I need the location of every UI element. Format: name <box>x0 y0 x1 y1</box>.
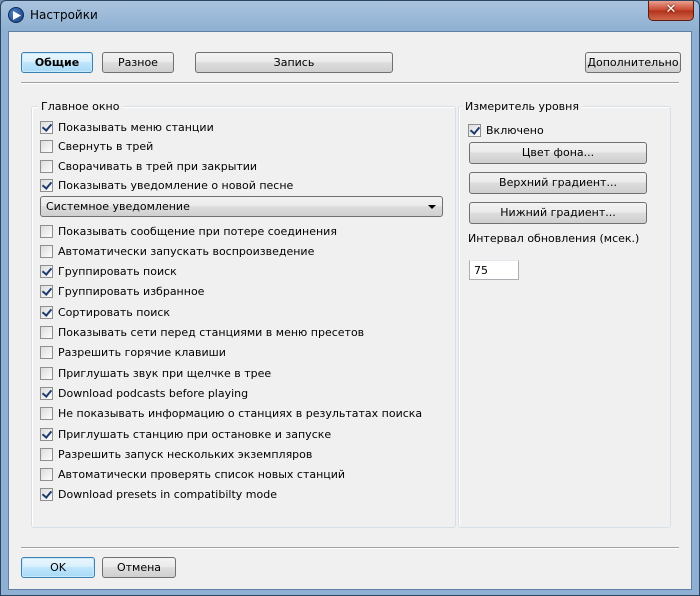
checkbox-label: Приглушать звук при щелчке в трее <box>58 366 272 380</box>
interval-label: Интервал обновления (мсек.) <box>468 232 640 245</box>
ok-button[interactable]: OK <box>21 557 95 578</box>
main-window-group-label: Главное окно <box>38 100 123 113</box>
checkbox-label: Автоматически проверять список новых ста… <box>58 468 346 482</box>
option-checkbox-row[interactable]: Приглушать звук при щелчке в трее <box>40 365 271 381</box>
checkbox-box[interactable] <box>40 468 53 482</box>
checkbox-label: Свернуть в трей <box>58 140 154 153</box>
checkbox-label: Сворачивать в трей при закрытии <box>58 159 258 173</box>
chevron-down-icon <box>428 205 436 209</box>
checkbox-box[interactable] <box>40 346 53 360</box>
window-title: Настройки <box>30 8 98 22</box>
option-checkbox-row[interactable]: Показывать сети перед станциями в меню п… <box>40 325 364 341</box>
close-icon: ✕ <box>665 2 677 17</box>
option-checkbox-row[interactable]: Группировать поиск <box>40 264 177 280</box>
bg-color-button[interactable]: Цвет фона... <box>469 142 647 164</box>
checkbox-box[interactable] <box>40 427 53 441</box>
checkbox-label: Сортировать поиск <box>58 305 171 319</box>
close-button[interactable]: ✕ <box>648 1 694 21</box>
checkbox-box[interactable] <box>40 265 53 279</box>
checkbox-label: Download presets in compatibilty mode <box>58 488 277 502</box>
option-checkbox-row[interactable]: Download presets in compatibilty mode <box>40 487 277 503</box>
checkbox-box[interactable] <box>468 123 481 137</box>
checkbox-label: Приглушать станцию при остановке и запус… <box>58 427 332 441</box>
checkbox-label: Не показывать информацию о станциях в ре… <box>58 407 423 421</box>
settings-window: Настройки ✕ Общие Разное Запись Дополнит… <box>0 0 700 596</box>
checkbox-label: Показывать сети перед станциями в меню п… <box>58 326 365 339</box>
checkbox-box[interactable] <box>40 179 53 192</box>
checkbox-label: Показывать сообщение при потере соединен… <box>58 224 337 238</box>
checkbox-box[interactable] <box>40 407 53 421</box>
top-divider <box>21 82 679 84</box>
option-checkbox-row[interactable]: Разрешить запуск нескольких экземпляров <box>40 446 312 462</box>
checkbox-label: Автоматически запускать воспроизведение <box>58 244 315 258</box>
checkbox-label: Группировать поиск <box>58 265 177 279</box>
checkbox-label: Разрешить запуск нескольких экземпляров <box>58 447 313 461</box>
notification-type-value: Системное уведомление <box>46 200 190 213</box>
tab-misc-button[interactable]: Разное <box>102 52 174 73</box>
checkbox-box[interactable] <box>40 120 53 134</box>
checkbox-box[interactable] <box>40 305 53 319</box>
option-checkbox-row[interactable]: Приглушать станцию при остановке и запус… <box>40 426 331 442</box>
bottom-divider <box>21 547 679 549</box>
tab-general-button[interactable]: Общие <box>21 52 93 73</box>
option-checkbox-row[interactable]: Свернуть в трей <box>40 139 153 155</box>
checkbox-box[interactable] <box>40 140 53 153</box>
checkbox-label: Группировать избранное <box>58 285 205 299</box>
option-checkbox-row[interactable]: Не показывать информацию о станциях в ре… <box>40 406 422 422</box>
option-checkbox-row[interactable]: Автоматически проверять список новых ста… <box>40 467 345 483</box>
checkbox-label: Разрешить горячие клавиши <box>58 346 226 360</box>
interval-input[interactable] <box>469 260 519 280</box>
checkbox-label: Download podcasts before playing <box>58 386 249 400</box>
checkbox-box[interactable] <box>40 366 53 380</box>
cancel-button[interactable]: Отмена <box>102 557 176 578</box>
notification-type-select[interactable]: Системное уведомление <box>40 196 443 217</box>
option-checkbox-row[interactable]: Показывать сообщение при потере соединен… <box>40 223 337 239</box>
option-checkbox-row[interactable]: Показывать уведомление о новой песне <box>40 178 293 194</box>
checkbox-box[interactable] <box>40 386 53 400</box>
option-checkbox-row[interactable]: Сворачивать в трей при закрытии <box>40 158 257 174</box>
level-meter-group <box>458 106 671 528</box>
checkbox-label: Показывать уведомление о новой песне <box>58 179 294 192</box>
checkbox-box[interactable] <box>40 488 53 502</box>
top-gradient-button[interactable]: Верхний градиент... <box>469 172 647 194</box>
option-checkbox-row[interactable]: Показывать меню станции <box>40 119 214 135</box>
option-checkbox-row[interactable]: Сортировать поиск <box>40 304 170 320</box>
title-bar[interactable]: Настройки ✕ <box>1 1 699 31</box>
dialog-client-area: Общие Разное Запись Дополнительно Главно… <box>8 31 692 590</box>
option-checkbox-row[interactable]: Разрешить горячие клавиши <box>40 345 226 361</box>
checkbox-label: Включено <box>486 123 544 137</box>
option-checkbox-row[interactable]: Автоматически запускать воспроизведение <box>40 243 314 259</box>
checkbox-label: Показывать меню станции <box>58 120 214 134</box>
option-checkbox-row[interactable]: Группировать избранное <box>40 284 204 300</box>
tab-record-button[interactable]: Запись <box>195 52 393 73</box>
checkbox-box[interactable] <box>40 285 53 299</box>
checkbox-box[interactable] <box>40 224 53 238</box>
tab-advanced-button[interactable]: Дополнительно <box>585 52 681 73</box>
level-meter-group-label: Измеритель уровня <box>462 100 582 113</box>
checkbox-box[interactable] <box>40 326 53 339</box>
app-play-icon <box>8 7 24 23</box>
level-meter-enabled-checkbox[interactable]: Включено <box>468 122 544 138</box>
checkbox-box[interactable] <box>40 447 53 461</box>
checkbox-box[interactable] <box>40 159 53 173</box>
option-checkbox-row[interactable]: Download podcasts before playing <box>40 385 248 401</box>
bottom-gradient-button[interactable]: Нижний градиент... <box>469 202 647 224</box>
checkbox-box[interactable] <box>40 244 53 258</box>
